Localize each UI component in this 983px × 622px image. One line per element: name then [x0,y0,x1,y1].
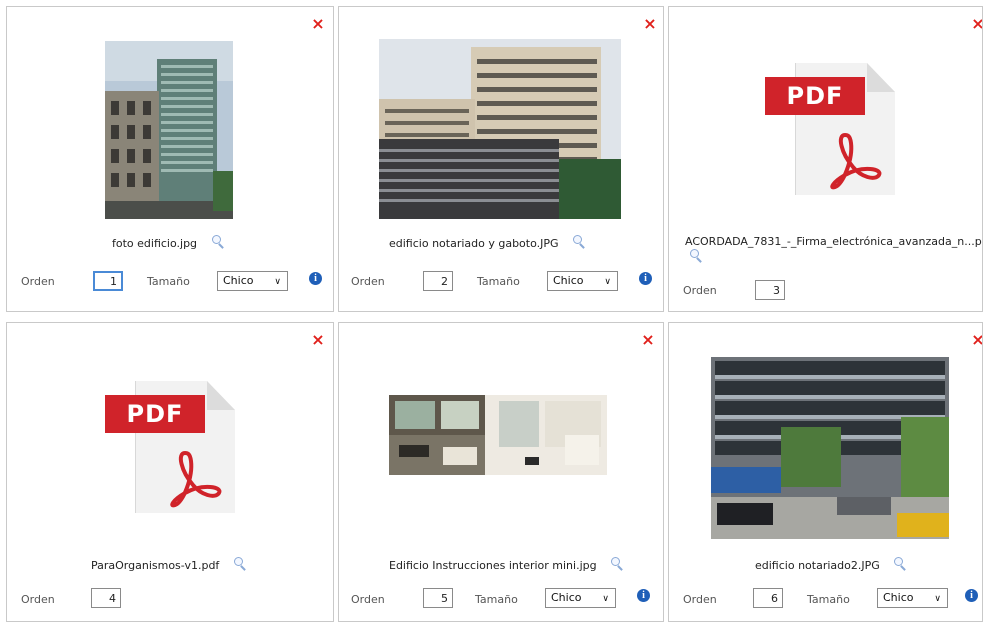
chevron-down-icon: ∨ [604,277,611,287]
file-name: edificio notariado2.JPG [755,557,907,572]
attachment-card-1: × foto edificio.jpg Orden 1 Tamaño Chico… [6,6,334,312]
chevron-down-icon: ∨ [934,594,941,604]
order-label: Orden [683,284,717,297]
size-select[interactable]: Chico ∨ [877,588,948,608]
size-label: Tamaño [475,593,518,606]
file-name: Edificio Instrucciones interior mini.jpg [389,557,624,572]
size-select-value: Chico [551,591,582,604]
pdf-icon[interactable]: PDF [765,63,897,197]
size-select-value: Chico [553,274,584,287]
attachment-card-5: × Edificio Instrucciones interior mini.j… [338,322,664,622]
order-input[interactable] [753,588,783,608]
file-name: edificio notariado y gaboto.JPG [389,235,586,250]
info-icon[interactable]: i [639,272,652,285]
size-label: Tamaño [147,275,190,288]
order-input[interactable] [755,280,785,300]
order-input[interactable] [423,588,453,608]
size-select-value: Chico [883,591,914,604]
close-icon[interactable]: × [971,332,982,348]
thumbnail-edificio-notariado2[interactable] [711,357,949,539]
thumbnail-foto-edificio[interactable] [105,41,233,219]
zoom-icon[interactable] [689,249,703,263]
attachment-card-2: × edificio notariado y gaboto.JPG Orden … [338,6,664,312]
file-name: ACORDADA_7831_-_Firma_electrónica_avanza… [685,235,983,248]
order-input[interactable] [91,588,121,608]
file-name-text: edificio notariado2.JPG [755,559,880,572]
order-label: Orden [21,275,55,288]
file-name-text: foto edificio.jpg [112,237,198,250]
size-select[interactable]: Chico ∨ [545,588,616,608]
info-icon[interactable]: i [965,589,978,602]
attachment-card-3: × PDF ACORDADA_7831_-_Firma_electrónica_… [668,6,983,312]
attachments-grid: × foto edificio.jpg Orden 1 Tamaño Chico… [0,0,983,622]
size-label: Tamaño [477,275,520,288]
pdf-label: PDF [105,395,205,433]
close-icon[interactable]: × [643,16,657,32]
zoom-icon[interactable] [893,557,907,571]
order-label: Orden [351,593,385,606]
size-select[interactable]: Chico ∨ [547,271,618,291]
close-icon[interactable]: × [971,16,982,32]
order-label: Orden [683,593,717,606]
file-name-text: ParaOrganismos-v1.pdf [91,559,220,572]
size-select-value: Chico [223,274,254,287]
size-select[interactable]: Chico ∨ [217,271,288,291]
order-input[interactable] [423,271,453,291]
file-name-text: ACORDADA_7831_-_Firma_electrónica_avanza… [685,235,983,248]
file-name-text: edificio notariado y gaboto.JPG [389,237,559,250]
close-icon[interactable]: × [641,332,655,348]
thumbnail-interior[interactable] [389,395,607,475]
zoom-icon[interactable] [233,557,247,571]
order-label: Orden [351,275,385,288]
file-name: foto edificio.jpg [112,235,225,250]
file-name-text: Edificio Instrucciones interior mini.jpg [389,559,597,572]
file-name: ParaOrganismos-v1.pdf [91,557,247,572]
info-icon[interactable]: i [637,589,650,602]
zoom-icon[interactable] [211,235,225,249]
close-icon[interactable]: × [311,332,325,348]
pdf-label: PDF [765,77,865,115]
zoom-icon[interactable] [572,235,586,249]
zoom-icon[interactable] [610,557,624,571]
size-label: Tamaño [807,593,850,606]
chevron-down-icon: ∨ [274,277,281,287]
order-label: Orden [21,593,55,606]
attachment-card-4: × PDF ParaOrganismos-v1.pdf Orden [6,322,334,622]
close-icon[interactable]: × [311,16,325,32]
thumbnail-edificio-notariado-y-gaboto[interactable] [379,39,621,219]
order-input[interactable] [93,271,123,291]
attachment-card-6: × [668,322,983,622]
pdf-icon[interactable]: PDF [105,381,237,515]
info-icon[interactable]: i [309,272,322,285]
chevron-down-icon: ∨ [602,594,609,604]
